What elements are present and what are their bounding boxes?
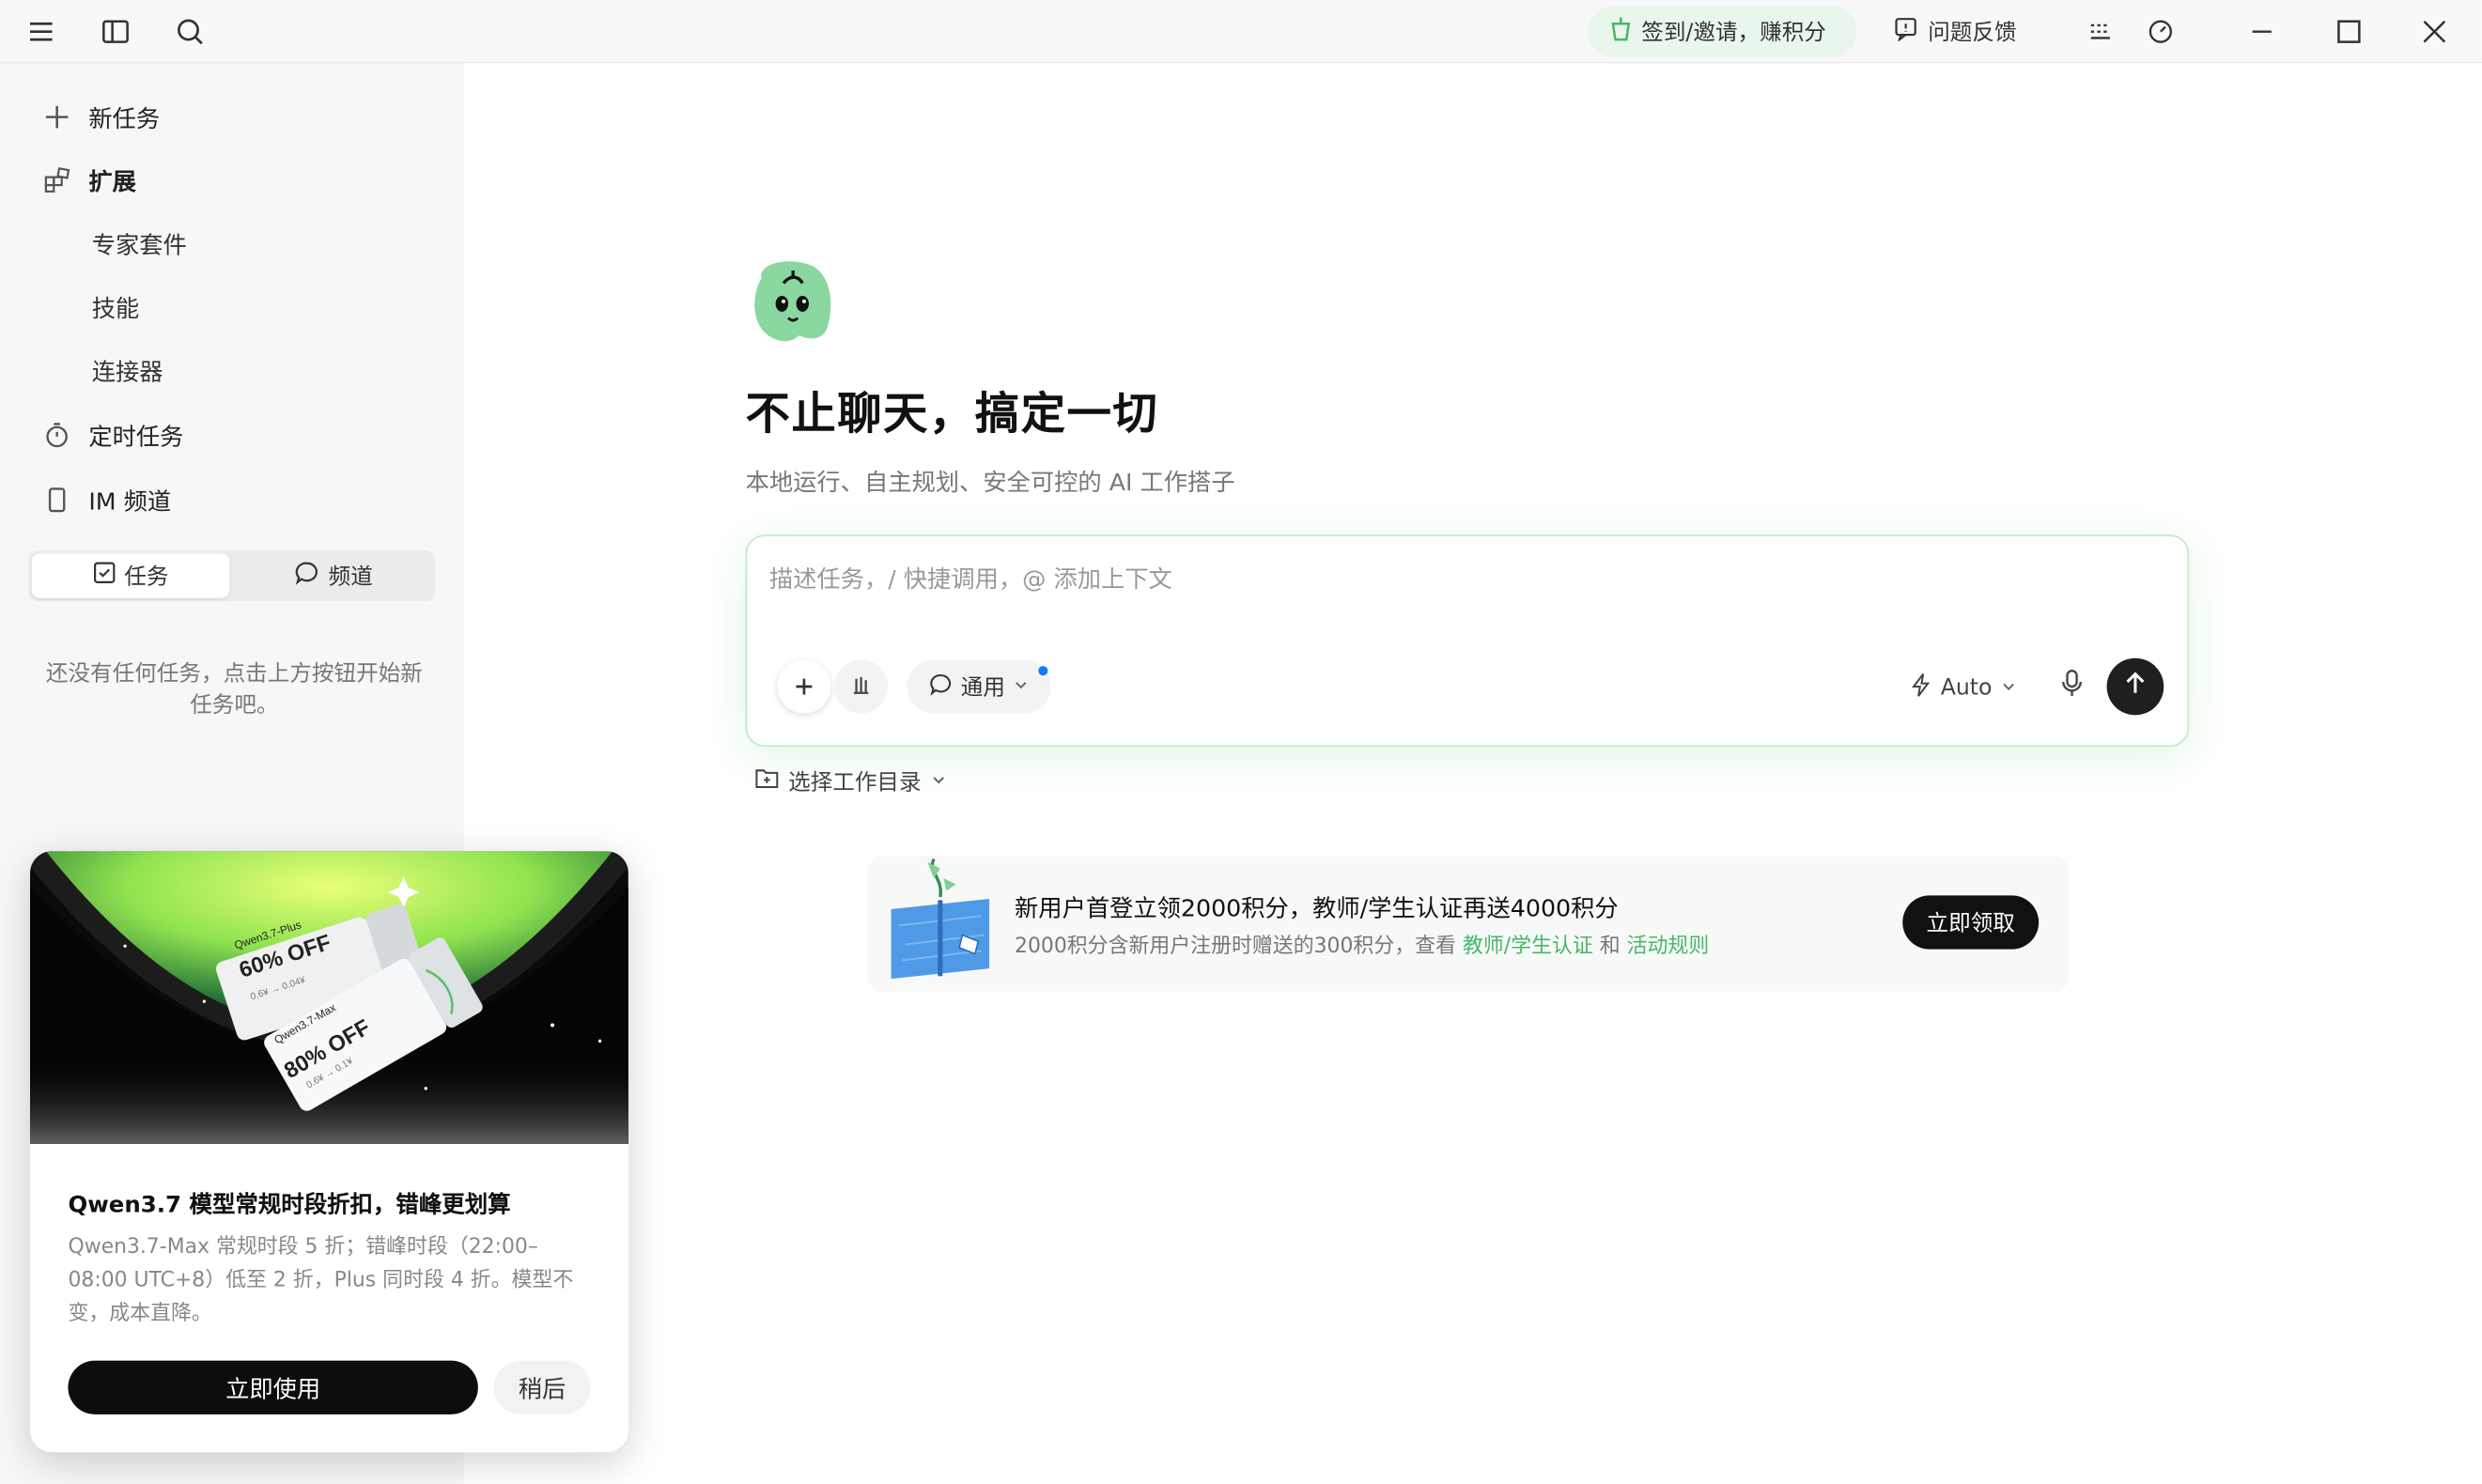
model-selector[interactable]: Auto <box>1911 670 2016 707</box>
extensions-label: 扩展 <box>88 166 136 196</box>
im-channel-label: IM 频道 <box>88 486 172 516</box>
gauge-icon[interactable] <box>2142 12 2180 50</box>
select-workdir-button[interactable]: 选择工作目录 <box>755 765 947 797</box>
sidebar-item-extensions[interactable]: 扩展 <box>41 162 136 199</box>
tools-button[interactable] <box>833 659 889 714</box>
arrow-up-icon <box>2124 671 2147 703</box>
task-composer: 通用 Auto <box>745 534 2190 748</box>
activity-rules-link[interactable]: 活动规则 <box>1627 935 1710 958</box>
send-button[interactable] <box>2106 657 2164 716</box>
mode-label: 通用 <box>960 675 1005 702</box>
chevron-down-icon <box>1013 674 1029 700</box>
menu-icon[interactable] <box>23 12 60 50</box>
tab-channels[interactable]: 频道 <box>234 554 432 598</box>
page-title: 不止聊天，搞定一切 <box>745 387 1159 441</box>
tab-channels-label: 频道 <box>328 564 373 591</box>
maximize-icon[interactable] <box>2330 12 2367 50</box>
new-task-button[interactable]: 新任务 <box>41 98 160 135</box>
checkbox-icon <box>93 562 116 590</box>
extensions-icon <box>41 164 73 196</box>
plus-icon <box>41 101 73 133</box>
model-label: Auto <box>1940 675 1993 702</box>
workdir-label: 选择工作目录 <box>788 770 922 796</box>
lightning-icon <box>1911 672 1933 704</box>
microphone-button[interactable] <box>2045 659 2099 713</box>
new-task-label: 新任务 <box>88 103 161 132</box>
title-bar: 签到/邀请，赚积分 问题反馈 <box>0 0 2482 64</box>
popup-description: Qwen3.7-Max 常规时段 5 折；错峰时段（22:00–08:00 UT… <box>68 1235 574 1326</box>
sidebar-item-connectors[interactable]: 连接器 <box>92 354 163 387</box>
sidebar-item-skills[interactable]: 技能 <box>92 291 140 324</box>
promo-desc-prefix: 2000积分含新用户注册时赠送的300积分，查看 <box>1015 935 1456 959</box>
sidebar-item-expert-kits[interactable]: 专家套件 <box>92 228 187 261</box>
gift-cup-icon <box>1610 16 1633 48</box>
gift-box-icon <box>887 856 991 985</box>
sidebar-toggle-icon[interactable] <box>97 12 134 50</box>
checkin-label: 签到/邀请，赚积分 <box>1641 20 1826 46</box>
tab-tasks-label: 任务 <box>124 564 169 591</box>
feedback-label: 问题反馈 <box>1928 20 2017 46</box>
task-channel-switch: 任务 频道 <box>28 550 436 602</box>
promo-banner: 新用户首登立领2000积分，教师/学生认证再送4000积分 2000积分含新用户… <box>867 856 2070 993</box>
teacher-student-verify-link[interactable]: 教师/学生认证 <box>1463 935 1593 958</box>
use-now-button[interactable]: 立即使用 <box>68 1360 478 1414</box>
attach-button[interactable] <box>777 659 831 714</box>
tab-tasks[interactable]: 任务 <box>31 553 230 598</box>
close-icon[interactable] <box>2415 12 2453 50</box>
feedback-button[interactable]: 问题反馈 <box>1893 12 2017 50</box>
phone-icon <box>41 484 73 516</box>
app-logo <box>749 256 834 345</box>
sidebar-item-im-channel[interactable]: IM 频道 <box>41 481 171 518</box>
timer-icon <box>41 419 73 451</box>
promo-desc-and: 和 <box>1599 935 1621 959</box>
empty-tasks-message: 还没有任何任务，点击上方按钮开始新任务吧。 <box>45 661 423 719</box>
chat-bubble-icon <box>294 560 319 592</box>
task-input[interactable] <box>768 564 2131 594</box>
promo-title: 新用户首登立领2000积分，教师/学生认证再送4000积分 <box>1015 893 1619 923</box>
scheduled-label: 定时任务 <box>88 421 184 451</box>
chevron-down-icon <box>931 769 947 795</box>
claim-now-button[interactable]: 立即领取 <box>1902 895 2040 950</box>
plus-icon <box>795 670 814 703</box>
minimize-icon[interactable] <box>2243 12 2281 50</box>
checkin-invite-button[interactable]: 签到/邀请，赚积分 <box>1587 6 1857 57</box>
promo-popup: Qwen3.7-Plus 60% OFF 0.6¥ → 0.04¥ Qwen3.… <box>30 851 628 1453</box>
chevron-down-icon <box>2000 675 2016 701</box>
microphone-icon <box>2061 670 2084 704</box>
search-icon[interactable] <box>171 12 209 50</box>
keyboard-icon[interactable] <box>2082 12 2119 50</box>
page-subtitle: 本地运行、自主规划、安全可控的 AI 工作搭子 <box>745 468 1235 497</box>
promo-description: 2000积分含新用户注册时赠送的300积分，查看 教师/学生认证 和 活动规则 <box>1015 929 1710 959</box>
discount-illustration: Qwen3.7-Plus 60% OFF 0.6¥ → 0.04¥ Qwen3.… <box>30 851 628 1144</box>
feedback-icon <box>1893 16 1918 48</box>
sidebar-item-scheduled[interactable]: 定时任务 <box>41 416 184 454</box>
tools-icon <box>850 672 873 702</box>
folder-plus-icon <box>755 767 779 796</box>
mode-selector[interactable]: 通用 <box>907 659 1051 714</box>
app-window: 签到/邀请，赚积分 问题反馈 新任务 扩展 专家套件 技能 连接器 定时任务 I… <box>0 0 2482 1484</box>
later-button[interactable]: 稍后 <box>493 1360 591 1414</box>
chat-bubble-icon <box>929 672 953 702</box>
popup-title: Qwen3.7 模型常规时段折扣，错峰更划算 <box>68 1193 511 1218</box>
notification-dot <box>1038 666 1048 676</box>
